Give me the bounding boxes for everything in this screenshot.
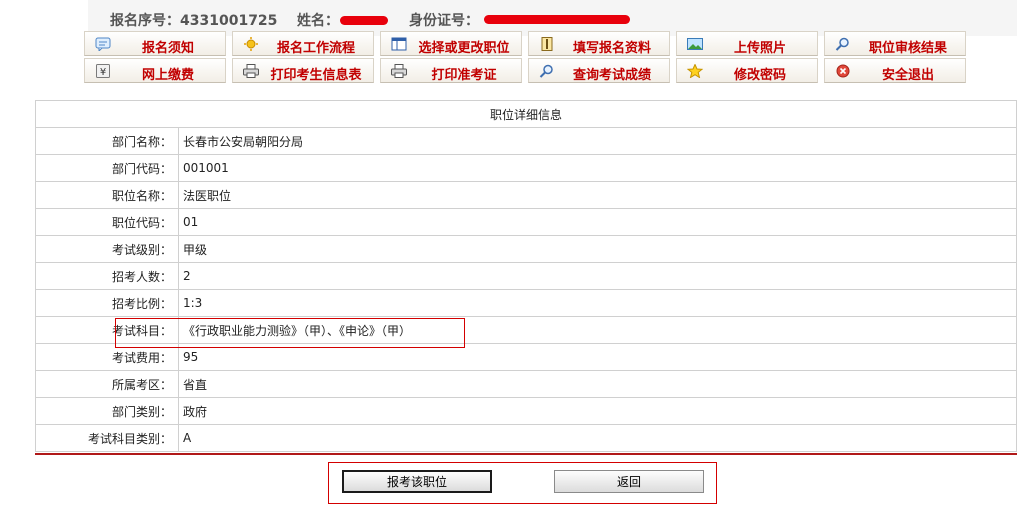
row-label: 职位代码： bbox=[35, 208, 179, 236]
nav-registration-flow-label: 报名工作流程 bbox=[276, 41, 355, 56]
row-label: 考试级别： bbox=[35, 235, 179, 263]
yen-icon: ¥ bbox=[95, 64, 111, 78]
table-row: 部门类别： 政府 bbox=[35, 397, 1017, 425]
row-value: 01 bbox=[178, 208, 1017, 236]
table-row: 职位代码： 01 bbox=[35, 208, 1017, 236]
table-row: 部门名称： 长春市公安局朝阳分局 bbox=[35, 127, 1017, 155]
table-title: 职位详细信息 bbox=[35, 100, 1017, 128]
nav-print-applicant-form[interactable]: 打印考生信息表 bbox=[232, 58, 374, 83]
table-row: 招考人数： 2 bbox=[35, 262, 1017, 290]
row-label: 考试科目类别： bbox=[35, 424, 179, 452]
section-divider bbox=[35, 453, 1017, 455]
apply-position-button[interactable]: 报考该职位 bbox=[342, 470, 492, 493]
row-value: 2 bbox=[178, 262, 1017, 290]
nav-query-exam-score[interactable]: 查询考试成绩 bbox=[528, 58, 670, 83]
nav-upload-photo-label: 上传照片 bbox=[733, 41, 786, 56]
table-row: 所属考区： 省直 bbox=[35, 370, 1017, 398]
nav-position-review-result-label: 职位审核结果 bbox=[868, 41, 947, 56]
row-value: 政府 bbox=[178, 397, 1017, 425]
row-label: 所属考区： bbox=[35, 370, 179, 398]
row-label: 部门代码： bbox=[35, 154, 179, 182]
exam-subjects-highlight bbox=[115, 318, 465, 348]
nav-safe-logout-label: 安全退出 bbox=[881, 68, 934, 83]
registration-number-label: 报名序号： bbox=[110, 13, 180, 29]
nav-online-payment[interactable]: ¥ 网上缴费 bbox=[84, 58, 226, 83]
window-icon bbox=[391, 37, 407, 51]
nav-query-exam-score-label: 查询考试成绩 bbox=[572, 68, 651, 83]
redacted-id-number bbox=[484, 15, 630, 24]
row-value: 省直 bbox=[178, 370, 1017, 398]
nav-select-position[interactable]: 选择或更改职位 bbox=[380, 31, 522, 56]
row-value: A bbox=[178, 424, 1017, 452]
form-icon bbox=[539, 37, 555, 51]
exit-icon bbox=[835, 64, 851, 78]
nav-change-password[interactable]: 修改密码 bbox=[676, 58, 818, 83]
redacted-name bbox=[340, 16, 388, 25]
flow-icon bbox=[243, 37, 259, 51]
row-label: 部门名称： bbox=[35, 127, 179, 155]
printer-icon bbox=[391, 64, 407, 78]
id-number-label: 身份证号： bbox=[409, 13, 479, 29]
nav-print-applicant-form-label: 打印考生信息表 bbox=[270, 68, 362, 83]
row-value: 甲级 bbox=[178, 235, 1017, 263]
registration-number-value: 4331001725 bbox=[180, 13, 278, 29]
nav-position-review-result[interactable]: 职位审核结果 bbox=[824, 31, 966, 56]
image-icon bbox=[687, 37, 703, 51]
back-button[interactable]: 返回 bbox=[554, 470, 704, 493]
magnifier-icon bbox=[539, 64, 555, 78]
position-detail-table: 职位详细信息 部门名称： 长春市公安局朝阳分局 部门代码： 001001 职位名… bbox=[35, 100, 1017, 452]
table-row: 考试级别： 甲级 bbox=[35, 235, 1017, 263]
nav-fill-registration-form-label: 填写报名资料 bbox=[572, 41, 651, 56]
nav-change-password-label: 修改密码 bbox=[733, 68, 786, 83]
nav-fill-registration-form[interactable]: 填写报名资料 bbox=[528, 31, 670, 56]
printer-icon bbox=[243, 64, 259, 78]
star-icon bbox=[687, 64, 703, 78]
row-label: 职位名称： bbox=[35, 181, 179, 209]
magnifier-icon bbox=[835, 37, 851, 51]
row-label: 招考人数： bbox=[35, 262, 179, 290]
table-row: 招考比例： 1:3 bbox=[35, 289, 1017, 317]
row-value: 法医职位 bbox=[178, 181, 1017, 209]
row-label: 招考比例： bbox=[35, 289, 179, 317]
notice-icon bbox=[95, 37, 111, 51]
nav-online-payment-label: 网上缴费 bbox=[141, 68, 194, 83]
table-header-row: 职位详细信息 bbox=[35, 100, 1017, 128]
registration-number: 报名序号：4331001725 bbox=[110, 10, 277, 30]
nav-safe-logout[interactable]: 安全退出 bbox=[824, 58, 966, 83]
applicant-name-label: 姓名： bbox=[297, 13, 339, 29]
nav-registration-notice[interactable]: 报名须知 bbox=[84, 31, 226, 56]
row-label: 部门类别： bbox=[35, 397, 179, 425]
nav-upload-photo[interactable]: 上传照片 bbox=[676, 31, 818, 56]
row-value: 1:3 bbox=[178, 289, 1017, 317]
table-row: 职位名称： 法医职位 bbox=[35, 181, 1017, 209]
nav-registration-notice-label: 报名须知 bbox=[141, 41, 194, 56]
nav-registration-flow[interactable]: 报名工作流程 bbox=[232, 31, 374, 56]
row-value: 长春市公安局朝阳分局 bbox=[178, 127, 1017, 155]
nav-print-admission-ticket[interactable]: 打印准考证 bbox=[380, 58, 522, 83]
nav-select-position-label: 选择或更改职位 bbox=[418, 41, 510, 56]
row-value: 001001 bbox=[178, 154, 1017, 182]
table-row: 考试科目类别： A bbox=[35, 424, 1017, 452]
nav-print-admission-ticket-label: 打印准考证 bbox=[431, 68, 497, 83]
table-row: 部门代码： 001001 bbox=[35, 154, 1017, 182]
svg-text:¥: ¥ bbox=[100, 67, 106, 78]
